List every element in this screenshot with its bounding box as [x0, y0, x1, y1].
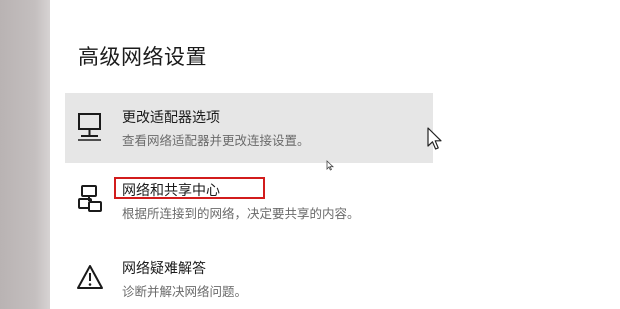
mouse-pointer-icon [427, 127, 443, 155]
item-description: 诊断并解决网络问题。 [122, 284, 248, 299]
item-description: 根据所连接到的网络，决定要共享的内容。 [122, 206, 360, 221]
item-title: 更改适配器选项 [122, 110, 220, 126]
network-share-icon [76, 184, 104, 214]
left-nav-strip [0, 0, 50, 309]
warning-icon [76, 262, 104, 292]
settings-page: 高级网络设置 更改适配器选项 查看网络适配器并更改连接设置。 网络和共享中心 根… [0, 0, 620, 309]
change-adapter-options-link[interactable]: 更改适配器选项 查看网络适配器并更改连接设置。 [65, 93, 433, 163]
item-description: 查看网络适配器并更改连接设置。 [122, 133, 310, 148]
section-title: 高级网络设置 [78, 45, 207, 69]
item-title: 网络疑难解答 [122, 261, 206, 277]
monitor-network-icon [76, 111, 104, 141]
network-troubleshooter-link[interactable]: 网络疑难解答 诊断并解决网络问题。 [65, 244, 433, 309]
highlight-annotation [114, 177, 265, 199]
small-pointer-icon [326, 156, 335, 175]
